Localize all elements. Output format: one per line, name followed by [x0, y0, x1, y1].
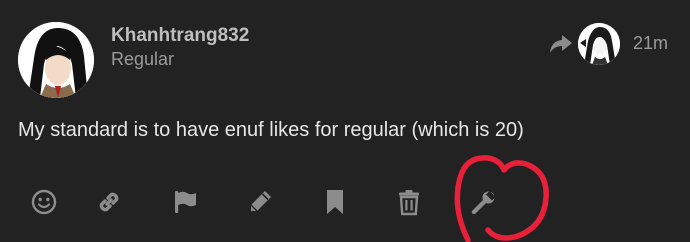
reply-arrow-icon[interactable] — [548, 33, 574, 55]
post-date[interactable]: 21m — [633, 33, 668, 54]
wrench-icon — [470, 188, 498, 216]
like-button[interactable] — [22, 180, 66, 224]
flag-button[interactable] — [163, 180, 207, 224]
username[interactable]: Khanhtrang832 — [111, 25, 249, 47]
link-icon — [95, 188, 123, 216]
edit-button[interactable] — [238, 180, 282, 224]
post-actions — [0, 180, 690, 224]
pencil-icon — [246, 188, 274, 216]
admin-button[interactable] — [462, 180, 506, 224]
delete-button[interactable] — [387, 180, 431, 224]
post: Khanhtrang832 Regular 21m My standard is… — [0, 0, 690, 242]
smile-icon — [31, 189, 57, 215]
trash-icon — [396, 188, 422, 216]
avatar[interactable] — [18, 22, 94, 98]
flag-icon — [171, 188, 199, 216]
bookmark-button[interactable] — [313, 180, 357, 224]
reply-to-avatar[interactable] — [578, 23, 620, 65]
bookmark-icon — [322, 188, 348, 216]
copy-link-button[interactable] — [87, 180, 131, 224]
post-body: My standard is to have enuf likes for re… — [18, 119, 524, 141]
user-title: Regular — [111, 49, 175, 69]
